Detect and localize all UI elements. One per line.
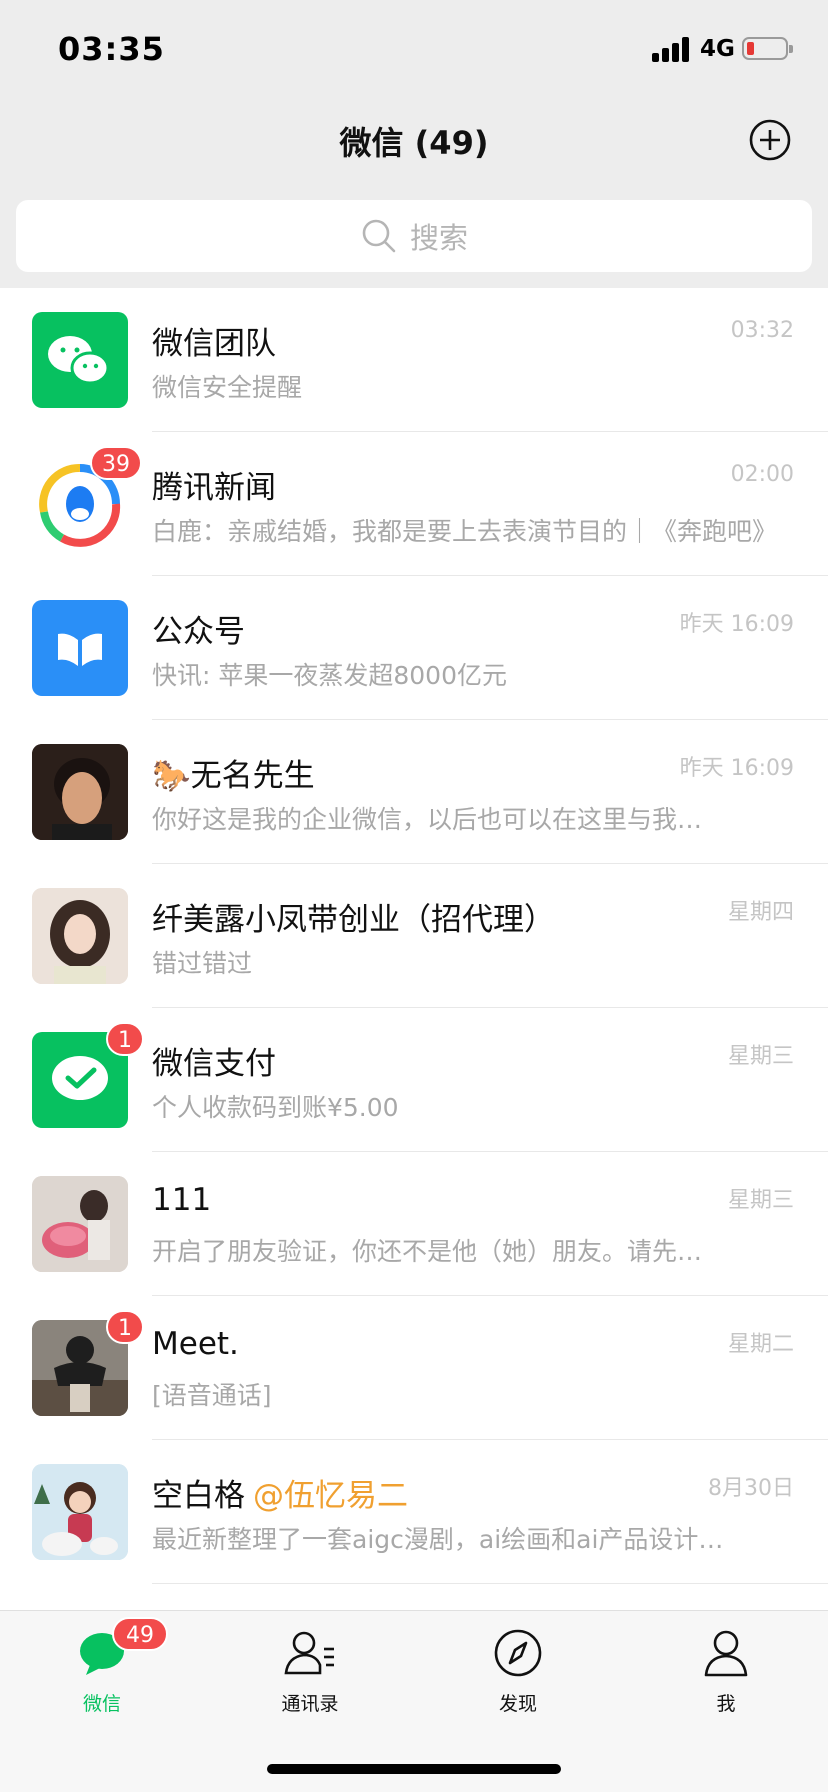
tab-contacts[interactable]: 通讯录 (250, 1625, 370, 1735)
tab-discover[interactable]: 发现 (458, 1625, 578, 1735)
unread-badge: 1 (106, 1310, 144, 1344)
chat-row[interactable]: 微信团队 03:32 微信安全提醒 (0, 288, 828, 432)
search-placeholder: 搜索 (409, 221, 468, 255)
chat-time: 昨天 16:09 (679, 612, 794, 637)
chat-time: 02:00 (730, 462, 794, 487)
status-time: 03:35 (58, 30, 165, 68)
chat-row[interactable]: 111 星期三 开启了朋友验证，你还不是他（她）朋友。请先… (0, 1152, 828, 1296)
signal-icon (652, 36, 692, 62)
chat-name: 空白格 @伍忆易二 (152, 1470, 408, 1515)
contacts-icon (284, 1631, 334, 1675)
chat-row[interactable]: 39 腾讯新闻 02:00 白鹿：亲戚结婚，我都是要上去表演节目的｜《奔跑吧》 (0, 432, 828, 576)
chat-name: 微信团队 (152, 326, 276, 362)
chat-time: 星期三 (727, 1188, 794, 1213)
unread-badge: 1 (106, 1022, 144, 1056)
tab-me[interactable]: 我 (666, 1625, 786, 1735)
tab-chats[interactable]: 49 微信 (42, 1617, 168, 1735)
avatar-wrap: 39 (32, 446, 142, 552)
chat-name: 🐎无名先生 (152, 758, 315, 794)
chat-time: 星期二 (727, 1332, 794, 1357)
chat-row[interactable]: 1 微信支付 星期三 个人收款码到账¥5.00 (0, 1008, 828, 1152)
avatar-wrap: 1 (32, 1022, 144, 1128)
chat-time: 昨天 16:09 (679, 756, 794, 781)
page-title: 微信 (49) (339, 124, 489, 162)
chat-preview: 快讯: 苹果一夜蒸发超8000亿元 (152, 661, 507, 690)
chat-time: 星期三 (727, 1044, 794, 1069)
chat-list: 微信团队 03:32 微信安全提醒 39 腾讯新闻 02:00 白鹿：亲戚结婚，… (0, 288, 828, 1584)
chat-name: 纤美露小凤带创业（招代理） (152, 902, 555, 938)
home-indicator[interactable] (267, 1764, 561, 1774)
woman-with-flowers-avatar (32, 1176, 128, 1272)
tab-label: 通讯录 (281, 1693, 339, 1715)
chat-name-text: 空白格 (152, 1478, 245, 1514)
chat-name: 公众号 (152, 614, 245, 650)
chat-preview: 开启了朋友验证，你还不是他（她）朋友。请先… (152, 1237, 703, 1266)
woman-portrait-avatar (32, 888, 128, 984)
chat-mention: @伍忆易二 (253, 1478, 408, 1514)
chat-row[interactable]: 空白格 @伍忆易二 8月30日 最近新整理了一套aigc漫剧，ai绘画和ai产品设… (0, 1440, 828, 1584)
chat-preview: 错过错过 (152, 949, 253, 978)
compass-icon (494, 1629, 542, 1677)
chat-name: 微信支付 (152, 1046, 276, 1082)
chat-time: 8月30日 (708, 1476, 794, 1501)
network-label: 4G (700, 36, 735, 62)
chat-preview: 白鹿：亲戚结婚，我都是要上去表演节目的｜《奔跑吧》 (152, 517, 778, 546)
tab-label: 微信 (82, 1693, 121, 1715)
chat-preview: 最近新整理了一套aigc漫剧，ai绘画和ai产品设计… (152, 1525, 724, 1554)
add-icon[interactable] (748, 118, 792, 162)
search-icon (362, 219, 396, 253)
chat-preview: [语音通话] (152, 1381, 272, 1410)
cartoon-girl-avatar (32, 1464, 128, 1560)
official-accounts-icon (32, 600, 128, 696)
tab-label: 发现 (498, 1693, 537, 1715)
chat-row[interactable]: 1 Meet. 星期二 [语音通话] (0, 1296, 828, 1440)
avatar-wrap: 1 (32, 1310, 144, 1416)
search-bar[interactable]: 搜索 (16, 200, 812, 272)
chat-preview: 微信安全提醒 (152, 373, 303, 402)
unread-badge: 39 (90, 446, 142, 480)
chat-preview: 你好这是我的企业微信，以后也可以在这里与我… (152, 805, 703, 834)
wechat-screen: 03:35 4G 微信 (49) 搜索 微信团队 03:32 微信安全提醒 39… (0, 0, 828, 1792)
battery-icon (742, 37, 793, 60)
chat-name: Meet. (152, 1326, 239, 1362)
chat-time: 03:32 (730, 318, 794, 343)
wechat-logo-icon (32, 312, 128, 408)
status-bar: 03:35 4G (0, 0, 828, 96)
chat-name: 腾讯新闻 (152, 470, 276, 506)
chat-preview: 个人收款码到账¥5.00 (152, 1093, 399, 1122)
person-icon (704, 1630, 748, 1677)
tab-badge: 49 (112, 1617, 168, 1651)
man-portrait-avatar (32, 744, 128, 840)
chat-row[interactable]: 🐎无名先生 昨天 16:09 你好这是我的企业微信，以后也可以在这里与我… (0, 720, 828, 864)
chat-row[interactable]: 纤美露小凤带创业（招代理） 星期四 错过错过 (0, 864, 828, 1008)
chat-row[interactable]: 公众号 昨天 16:09 快讯: 苹果一夜蒸发超8000亿元 (0, 576, 828, 720)
divider (152, 1583, 828, 1584)
chat-name: 111 (152, 1182, 212, 1218)
tab-label: 我 (716, 1693, 736, 1715)
chat-time: 星期四 (727, 900, 794, 925)
